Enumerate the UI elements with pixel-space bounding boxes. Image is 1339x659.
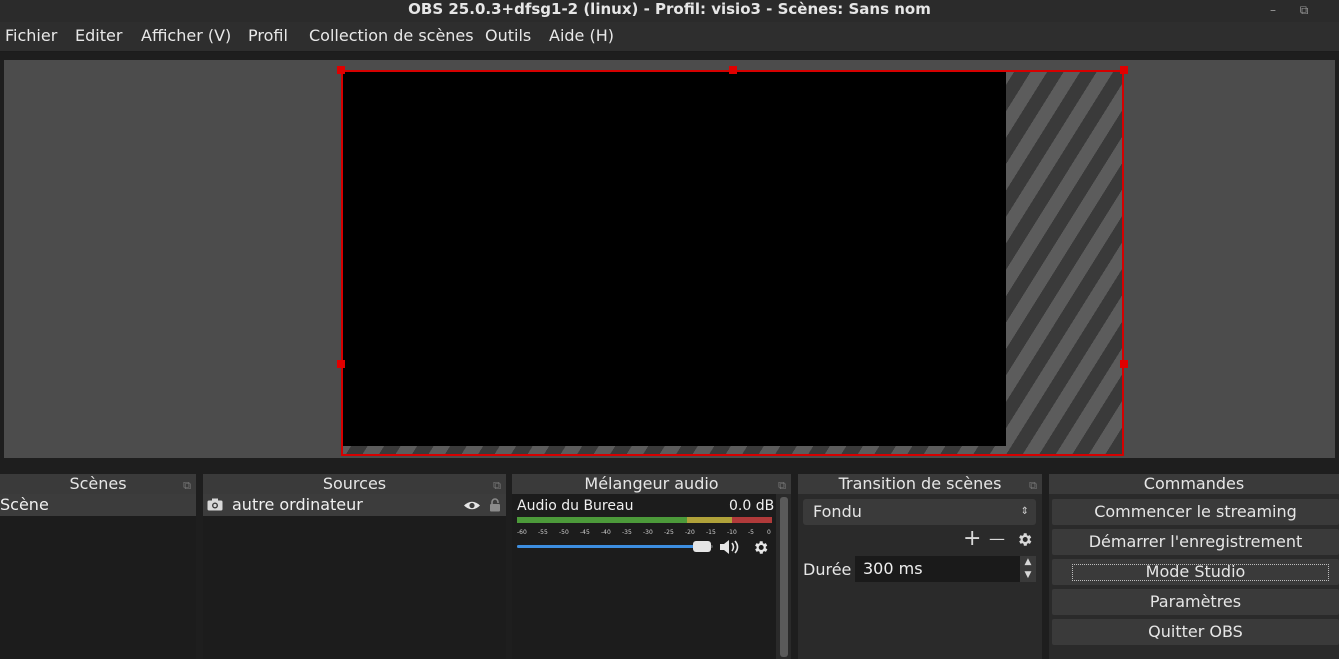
resize-handle-top-right[interactable] <box>1120 66 1128 74</box>
sources-list: autre ordinateur <box>203 494 506 659</box>
meter-red-segment <box>732 517 772 523</box>
duration-spinbox[interactable]: 300 ms <box>855 556 1020 582</box>
meter-tick: -60 <box>517 529 527 536</box>
scene-item-label: Scène <box>0 495 49 514</box>
studio-mode-label: Mode Studio <box>1145 562 1246 581</box>
resize-handle-top-left[interactable] <box>337 66 345 74</box>
mixer-scrollbar[interactable] <box>780 497 788 657</box>
resize-handle-left[interactable] <box>337 360 345 368</box>
meter-tick: -25 <box>664 529 674 536</box>
source-item-label: autre ordinateur <box>232 495 363 514</box>
add-transition-icon[interactable]: + <box>963 526 981 551</box>
audio-mixer-dock: Mélangeur audio ⧉ Audio du Bureau 0.0 dB <box>512 474 791 659</box>
start-recording-button[interactable]: Démarrer l'enregistrement <box>1052 529 1339 555</box>
source-item[interactable]: autre ordinateur <box>203 494 506 516</box>
scenes-list: Scène <box>0 494 196 659</box>
meter-tick: -5 <box>748 529 754 536</box>
mixer-channel-level: 0.0 dB <box>729 498 775 514</box>
title-bar: OBS 25.0.3+dfsg1-2 (linux) - Profil: vis… <box>0 0 1339 22</box>
duration-label: Durée <box>803 560 852 579</box>
meter-tick: -10 <box>727 529 737 536</box>
float-icon[interactable]: ⧉ <box>183 476 191 496</box>
menu-afficher[interactable]: Afficher (V) <box>141 26 231 46</box>
volume-slider-knob[interactable] <box>693 541 711 552</box>
scenes-list-panel: Scène <box>0 494 196 659</box>
gear-icon[interactable] <box>752 539 769 556</box>
menu-aide[interactable]: Aide (H) <box>549 26 614 46</box>
resize-handle-top[interactable] <box>729 66 737 74</box>
menu-fichier[interactable]: Fichier <box>5 26 57 46</box>
maximize-icon[interactable]: ⧉ <box>1295 1 1313 19</box>
scenes-dock-header: Scènes ⧉ <box>0 474 196 494</box>
start-streaming-button[interactable]: Commencer le streaming <box>1052 499 1339 525</box>
meter-tick: -55 <box>538 529 548 536</box>
eye-icon[interactable] <box>463 500 481 511</box>
mixer-dock-header: Mélangeur audio ⧉ <box>512 474 791 494</box>
menu-collection-scenes[interactable]: Collection de scènes <box>309 26 474 46</box>
spin-up-icon[interactable]: ▲ <box>1020 556 1036 569</box>
scene-item[interactable]: Scène <box>0 494 196 516</box>
mixer-channel-name: Audio du Bureau <box>517 498 634 514</box>
chevron-updown-icon: ⇕ <box>1020 506 1029 517</box>
menu-editer[interactable]: Editer <box>75 26 122 46</box>
controls-dock-title: Commandes <box>1143 474 1245 493</box>
resize-handle-right[interactable] <box>1120 360 1128 368</box>
controls-dock-header: Commandes <box>1049 474 1339 494</box>
quit-obs-button[interactable]: Quitter OBS <box>1052 619 1339 645</box>
scenes-dock: Scènes ⧉ Scène <box>0 474 196 659</box>
mixer-dock-title: Mélangeur audio <box>584 474 719 493</box>
lock-icon[interactable] <box>489 498 501 512</box>
scenes-dock-title: Scènes <box>69 474 127 493</box>
transitions-body: Fondu ⇕ + — Durée 300 ms ▲ ▼ <box>798 494 1042 659</box>
volume-slider-fill <box>517 545 707 548</box>
camera-icon <box>207 498 223 511</box>
menu-bar: Fichier Editer Afficher (V) Profil Colle… <box>0 22 1339 52</box>
meter-tick: -50 <box>559 529 569 536</box>
duration-value: 300 ms <box>863 559 923 578</box>
menu-profil[interactable]: Profil <box>248 26 288 46</box>
studio-mode-button[interactable]: Mode Studio <box>1052 559 1339 585</box>
transition-select-value: Fondu <box>813 502 862 521</box>
source-content <box>343 72 1006 446</box>
meter-tick: -30 <box>643 529 653 536</box>
float-icon[interactable]: ⧉ <box>778 476 786 496</box>
float-icon[interactable]: ⧉ <box>493 476 501 496</box>
mixer-body: Audio du Bureau 0.0 dB <box>512 494 791 659</box>
controls-dock: Commandes Commencer le streaming Démarre… <box>1049 474 1339 659</box>
controls-body: Commencer le streaming Démarrer l'enregi… <box>1049 494 1339 659</box>
sources-dock-title: Sources <box>322 474 387 493</box>
spin-down-icon[interactable]: ▼ <box>1020 569 1036 582</box>
transitions-dock: Transition de scènes ⧉ Fondu ⇕ + — Durée… <box>798 474 1042 659</box>
window-title: OBS 25.0.3+dfsg1-2 (linux) - Profil: vis… <box>408 0 931 18</box>
meter-tick: -45 <box>580 529 590 536</box>
meter-yellow-segment <box>687 517 732 523</box>
source-selection-box[interactable] <box>341 70 1124 456</box>
remove-transition-icon[interactable]: — <box>989 529 1005 548</box>
meter-tick: -15 <box>706 529 716 536</box>
meter-green-segment <box>517 517 687 523</box>
meter-tick: 0 <box>767 529 771 536</box>
gear-icon[interactable] <box>1016 531 1033 548</box>
meter-tick: -20 <box>685 529 695 536</box>
sources-list-panel: autre ordinateur <box>203 494 506 659</box>
sources-dock-header: Sources ⧉ <box>203 474 506 494</box>
transitions-dock-title: Transition de scènes <box>838 474 1002 493</box>
sources-dock: Sources ⧉ autre ordinateur <box>203 474 506 659</box>
minimize-icon[interactable]: – <box>1264 1 1282 19</box>
meter-tick: -35 <box>622 529 632 536</box>
settings-button[interactable]: Paramètres <box>1052 589 1339 615</box>
float-icon[interactable]: ⧉ <box>1029 476 1037 496</box>
menu-outils[interactable]: Outils <box>485 26 531 46</box>
meter-tick: -40 <box>601 529 611 536</box>
speaker-icon[interactable] <box>719 539 743 555</box>
transitions-dock-header: Transition de scènes ⧉ <box>798 474 1042 494</box>
transition-select[interactable]: Fondu ⇕ <box>803 499 1036 525</box>
